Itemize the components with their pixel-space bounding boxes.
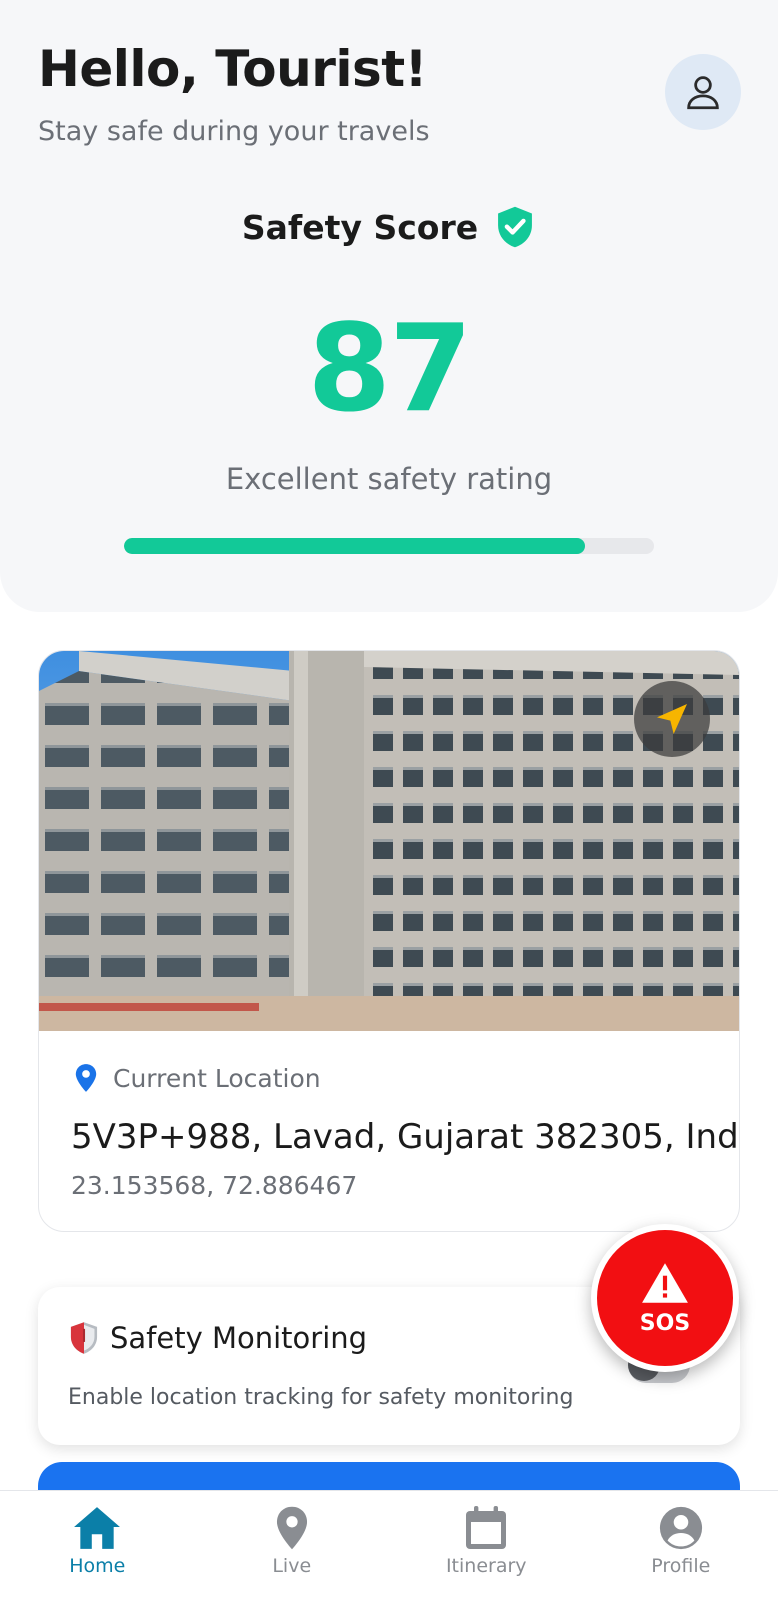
safety-monitoring-description: Enable location tracking for safety moni… [68, 1385, 574, 1410]
location-label-row: Current Location [73, 1063, 321, 1093]
safety-score-progress-fill [124, 538, 586, 554]
shield-check-icon [498, 206, 533, 248]
navigation-arrow-icon [657, 704, 687, 734]
sos-label: SOS [639, 1310, 691, 1336]
location-coordinates: 23.153568, 72.886467 [71, 1171, 358, 1200]
navigate-button[interactable] [634, 681, 710, 757]
safety-monitoring-title: Safety Monitoring [110, 1321, 368, 1355]
warning-triangle-icon [642, 1262, 688, 1303]
nav-item-profile[interactable]: Profile [584, 1491, 778, 1600]
sos-button[interactable]: SOS [591, 1224, 739, 1372]
safety-score-caption: Excellent safety rating [225, 462, 553, 496]
nav-label-live: Live [272, 1555, 312, 1577]
nav-label-profile: Profile [651, 1555, 711, 1577]
location-pin-icon [276, 1506, 307, 1550]
safety-score-value: 87 [307, 300, 473, 439]
nav-label-home: Home [69, 1555, 126, 1577]
safety-score-progress [124, 538, 654, 554]
safety-score-panel: Hello, Tourist! Stay safe during your tr… [0, 0, 778, 612]
profile-button[interactable] [665, 54, 741, 130]
nav-item-live[interactable]: Live [195, 1491, 390, 1600]
home-icon [74, 1507, 121, 1549]
account-circle-icon [659, 1506, 702, 1550]
greeting-title: Hello, Tourist! [38, 40, 427, 98]
location-label: Current Location [113, 1063, 321, 1093]
safety-monitoring-header: Safety Monitoring [68, 1321, 367, 1355]
calendar-icon [466, 1506, 507, 1549]
bottom-navigation: Home Live Itinerary Profile [0, 1490, 778, 1600]
greeting-subtitle: Stay safe during your travels [38, 116, 430, 147]
shield-emoji-icon [70, 1322, 98, 1354]
nav-item-home[interactable]: Home [0, 1491, 195, 1600]
nav-item-itinerary[interactable]: Itinerary [389, 1491, 584, 1600]
person-icon [687, 76, 719, 110]
safety-score-title: Safety Score [241, 207, 479, 247]
safety-score-header: Safety Score [0, 205, 778, 249]
current-location-card[interactable]: Current Location 5V3P+988, Lavad, Gujara… [38, 650, 740, 1232]
location-pin-icon [75, 1064, 97, 1092]
location-address: 5V3P+988, Lavad, Gujarat 382305, India [71, 1117, 740, 1157]
nav-label-itinerary: Itinerary [445, 1555, 527, 1577]
